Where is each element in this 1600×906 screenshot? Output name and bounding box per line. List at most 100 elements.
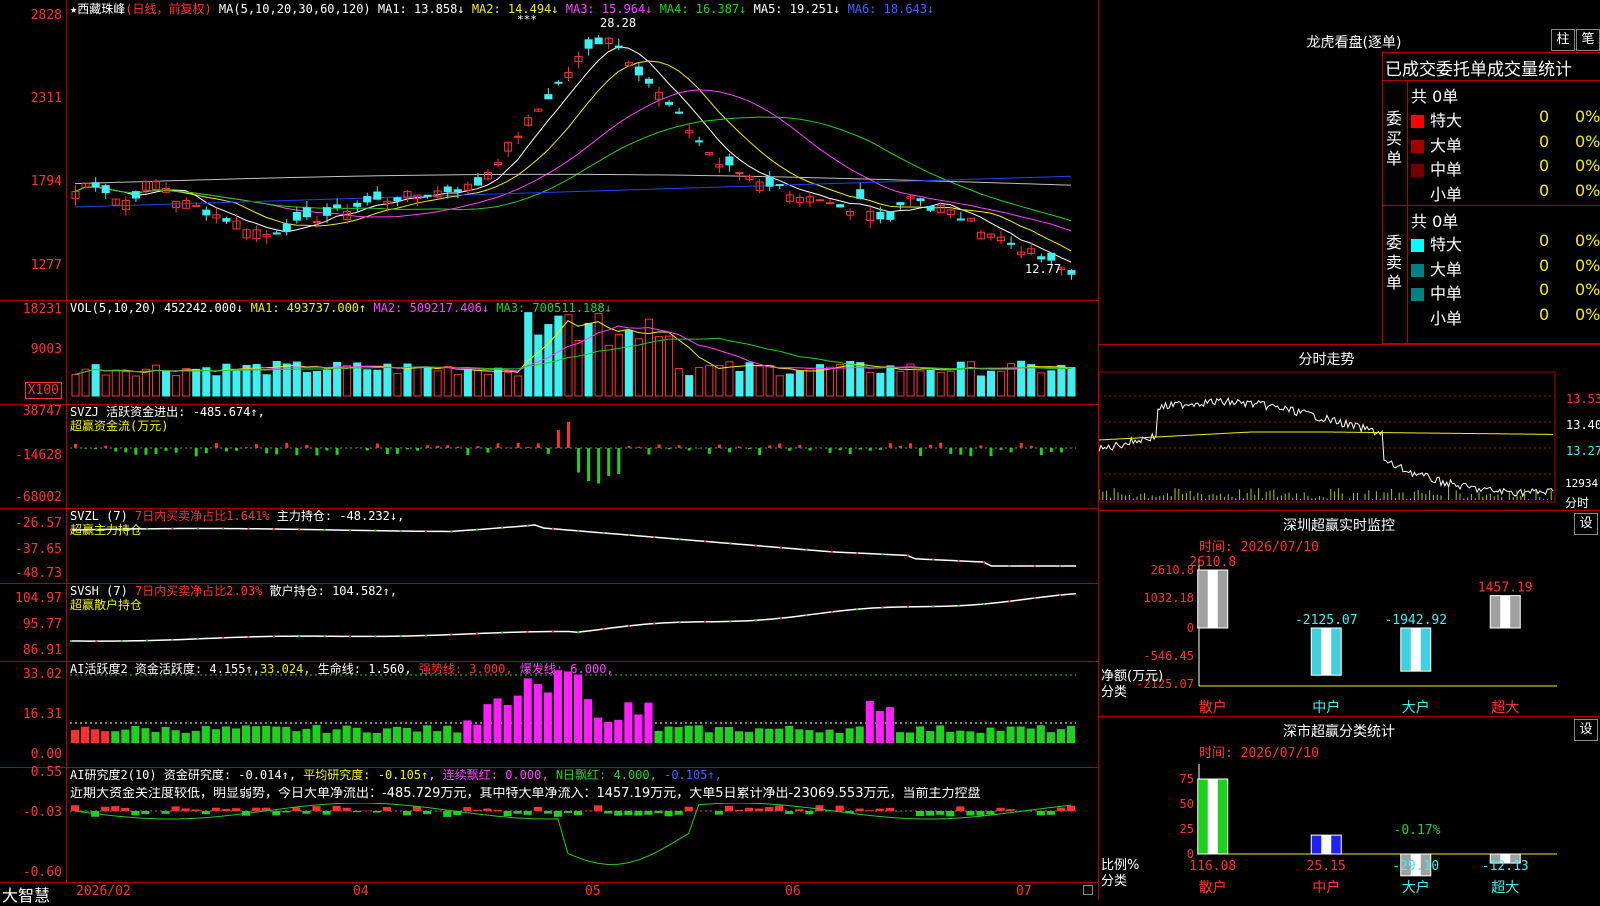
category-label: 大户: [1402, 699, 1430, 716]
ma-line: [75, 47, 1071, 262]
price-panel[interactable]: ★西藏珠峰(日线，前复权) MA(5,10,20,30,60,120) MA1:…: [0, 0, 1098, 301]
activity-bar: [423, 725, 431, 743]
research-bar: [162, 811, 170, 814]
volume-bar: [806, 368, 813, 396]
svzj-panel[interactable]: SVZJ 活跃资金进出: -485.674↑, 超赢资金流(万元) 38747 …: [0, 404, 1098, 509]
research-bar: [836, 806, 844, 811]
flow-bar: [1050, 448, 1053, 452]
research-bar: [725, 806, 733, 811]
volume-bar: [545, 325, 552, 396]
monitor-settings-button[interactable]: 设: [1574, 513, 1598, 535]
position-dot: [425, 530, 427, 532]
activity-bar: [443, 726, 451, 743]
volume-bars[interactable]: [70, 300, 1096, 404]
position-dot: [907, 606, 909, 608]
volume-bar: [696, 368, 703, 396]
flow-bar: [74, 444, 77, 448]
position-dot: [146, 640, 148, 642]
price-axis: 2828 2311 1794 1277: [0, 0, 64, 300]
bar-view-button[interactable]: 柱: [1551, 29, 1575, 51]
flow-bar: [979, 445, 982, 448]
order-row: 中单00%: [1411, 280, 1600, 304]
color-swatch: [1411, 239, 1424, 252]
flow-bar: [547, 448, 550, 454]
flow-bar: [486, 448, 489, 453]
intraday-chart[interactable]: [1099, 370, 1600, 510]
research-bar: [866, 810, 874, 811]
flow-bar: [406, 448, 409, 449]
color-swatch: [1411, 189, 1424, 202]
position-dot: [527, 631, 529, 633]
lock-icon[interactable]: [1083, 885, 1093, 895]
activity-bar: [634, 714, 642, 743]
candlestick-chart[interactable]: [70, 0, 1096, 300]
volume-bar: [635, 339, 642, 396]
flow-bar: [376, 444, 379, 448]
ai-activity-bars[interactable]: [70, 661, 1096, 767]
ai-research-chart[interactable]: [70, 803, 1096, 882]
svzl-panel[interactable]: SVZL (7) 7日内买卖净占比1.641% 主力持仓: -48.232↓, …: [0, 508, 1098, 584]
position-dot: [1034, 565, 1036, 567]
position-dot: [780, 617, 782, 619]
position-dot: [628, 534, 630, 536]
flow-bar: [114, 448, 117, 451]
research-bar: [202, 811, 210, 814]
flow-bar: [637, 447, 640, 448]
svzl-axis: -26.57 -37.65 -48.73: [0, 508, 64, 583]
ai3-tick: 0.55: [31, 765, 62, 780]
volume-panel[interactable]: VOL(5,10,20) 452242.000↓ MA1: 493737.000…: [0, 300, 1098, 405]
volume-bar: [505, 372, 512, 396]
activity-bar: [353, 728, 361, 743]
position-dot: [349, 529, 351, 531]
svzl-line[interactable]: [70, 508, 1096, 583]
research-bar: [141, 811, 149, 814]
activity-bar: [483, 704, 491, 743]
position-dot: [501, 632, 503, 634]
activity-bar: [1037, 725, 1045, 743]
research-bar: [775, 805, 783, 811]
candle: [696, 141, 703, 142]
color-swatch: [1411, 288, 1424, 301]
category-label: 散户: [1199, 879, 1227, 896]
position-dot: [831, 551, 833, 553]
tick-view-button[interactable]: 笔: [1576, 29, 1600, 51]
volume-bar: [213, 376, 220, 396]
research-bar: [976, 811, 984, 816]
flow-bar: [758, 448, 761, 455]
svsh-line[interactable]: [70, 583, 1096, 661]
class-bar-0: [1198, 570, 1228, 628]
volume-bar: [756, 366, 763, 396]
position-dot: [197, 528, 199, 530]
svzj-bars[interactable]: [70, 404, 1096, 508]
flow-bar: [84, 448, 87, 449]
volume-bar: [1038, 373, 1045, 396]
monitor-bar-chart[interactable]: 2610.81032.180-546.45-2125.072610.8散户-21…: [1099, 548, 1600, 716]
activity-bar: [926, 731, 934, 743]
ai-activity-panel[interactable]: AI活跃度2 资金活跃度: 4.155↑,33.024, 生命线: 1.560,…: [0, 661, 1098, 768]
flow-bar: [929, 445, 932, 448]
class-stats-panel[interactable]: 深市超赢分类统计 设 时间: 2026/07/10 7550250116.08散…: [1099, 716, 1600, 900]
flow-bar: [959, 448, 962, 455]
research-bar: [745, 808, 753, 811]
volume-bar: [686, 376, 693, 396]
realtime-monitor-panel[interactable]: 深圳超赢实时监控 设 时间: 2026/07/10 2610.81032.180…: [1099, 510, 1600, 717]
flow-bar: [899, 446, 902, 448]
classstat-settings-button[interactable]: 设: [1574, 719, 1598, 741]
volume-bar: [706, 365, 713, 396]
svsh-panel[interactable]: SVSH (7) 7日内买卖净占比2.03% 散户持仓: 104.582↑, 超…: [0, 583, 1098, 662]
volume-bar: [957, 362, 964, 396]
position-dot: [729, 620, 731, 622]
classstat-bar-chart[interactable]: 7550250116.08散户25.15中户-29.10大户-12.13超大-0…: [1099, 754, 1600, 900]
research-bar: [514, 811, 522, 814]
activity-bar: [363, 732, 371, 743]
volume-bar: [1058, 365, 1065, 396]
main-chart-area[interactable]: ★西藏珠峰(日线，前复权) MA(5,10,20,30,60,120) MA1:…: [0, 0, 1099, 900]
intraday-panel[interactable]: 分时走势 13.53 13.40 13.27 12934 分时: [1099, 344, 1600, 511]
position-dot: [121, 528, 123, 530]
activity-bar: [1057, 729, 1065, 743]
ai-research-panel[interactable]: AI研究度2(10) 资金研究度: -0.014↑, 平均研究度: -0.105…: [0, 767, 1098, 882]
color-swatch: [1411, 264, 1424, 277]
research-bar: [373, 811, 381, 813]
volume-bar: [655, 337, 662, 396]
research-bar: [735, 810, 743, 811]
